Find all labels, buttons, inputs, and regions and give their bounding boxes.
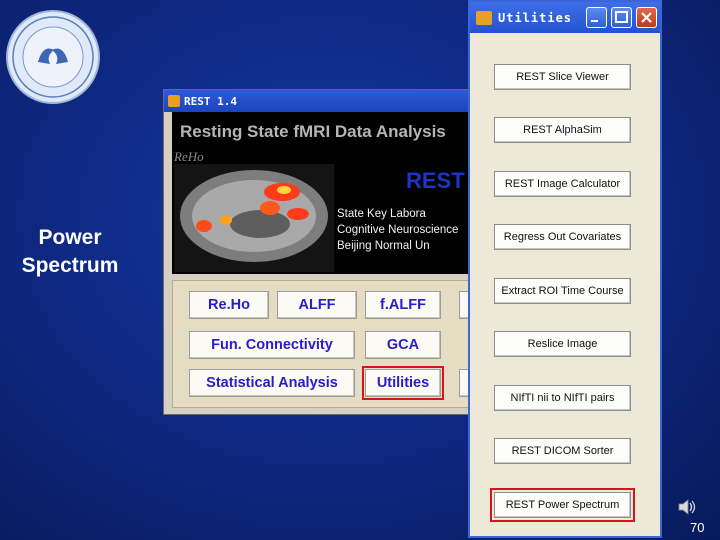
reslice-image-button[interactable]: Reslice Image [494, 331, 631, 357]
page-number: 70 [690, 520, 705, 535]
speaker-icon[interactable] [676, 496, 698, 518]
matlab-icon [476, 10, 492, 25]
matlab-icon [168, 95, 180, 107]
rest-header-banner: Resting State fMRI Data Analysis ReHo RE… [172, 112, 472, 274]
rest-titlebar: REST 1.4 [164, 90, 472, 112]
utilities-titlebar: Utilities [470, 2, 660, 33]
rest-power-spectrum-button[interactable]: REST Power Spectrum [490, 488, 635, 522]
slide-label-line1: Power [38, 226, 102, 249]
statistical-analysis-button[interactable]: Statistical Analysis [189, 369, 355, 397]
extract-roi-time-course-button[interactable]: Extract ROI Time Course [494, 278, 631, 304]
brain-image [174, 164, 334, 272]
close-button[interactable] [636, 7, 657, 28]
utilities-window: Utilities REST Slice Viewer REST AlphaSi… [468, 0, 662, 538]
lab-line-2: Cognitive Neuroscience [337, 224, 459, 236]
rest-image-calculator-button[interactable]: REST Image Calculator [494, 171, 631, 197]
regress-out-covariates-button[interactable]: Regress Out Covariates [494, 224, 631, 250]
rest-brand-text: REST [406, 168, 465, 193]
reho-watermark: ReHo [174, 149, 204, 164]
utilities-body: REST Slice Viewer REST AlphaSim REST Ima… [470, 33, 660, 536]
utilities-window-title: Utilities [498, 10, 573, 25]
rest-main-window: REST 1.4 Resting State fMRI Data Analysi… [163, 89, 473, 415]
reho-button[interactable]: Re.Ho [189, 291, 269, 319]
rest-header-title: Resting State fMRI Data Analysis [180, 122, 446, 141]
slide-label-line2: Spectrum [21, 254, 119, 277]
maximize-button[interactable] [611, 7, 632, 28]
minimize-button[interactable] [586, 7, 607, 28]
rest-alphasim-button[interactable]: REST AlphaSim [494, 117, 631, 143]
lab-line-1: State Key Labora [337, 208, 426, 220]
rest-window-title: REST 1.4 [184, 94, 237, 108]
rest-button-panel: Re.Ho ALFF f.ALFF Fun. Connectivity GCA … [172, 280, 472, 408]
slide-label: Power Spectrum [10, 224, 130, 280]
rest-dicom-sorter-button[interactable]: REST DICOM Sorter [494, 438, 631, 464]
minimize-icon [591, 20, 598, 22]
rest-slice-viewer-button[interactable]: REST Slice Viewer [494, 64, 631, 90]
nifti-pairs-button[interactable]: NIfTI nii to NIfTI pairs [494, 385, 631, 411]
falff-button[interactable]: f.ALFF [365, 291, 441, 319]
lab-line-3: Beijing Normal Un [337, 240, 430, 252]
institution-logo [6, 10, 100, 104]
fun-connectivity-button[interactable]: Fun. Connectivity [189, 331, 355, 359]
alff-button[interactable]: ALFF [277, 291, 357, 319]
utilities-button[interactable]: Utilities [362, 366, 444, 400]
gca-button[interactable]: GCA [365, 331, 441, 359]
maximize-icon [615, 11, 628, 23]
close-icon [641, 12, 652, 23]
